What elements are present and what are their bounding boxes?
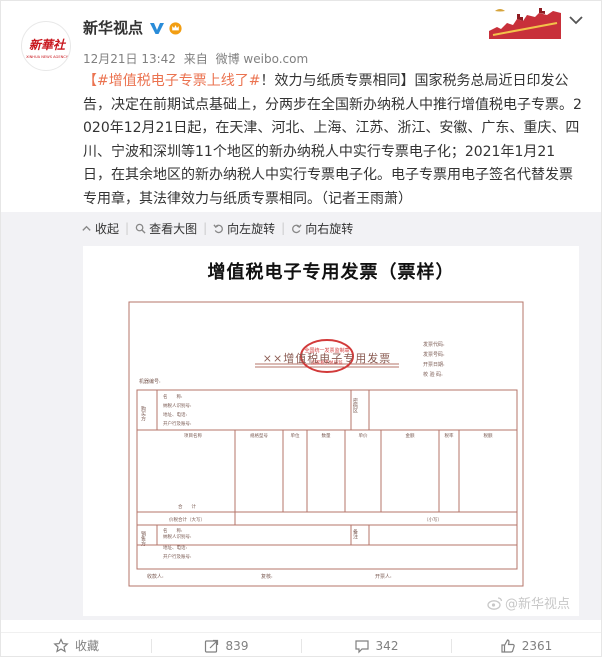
reviewer-label: 复核: — [261, 573, 273, 580]
like-button[interactable]: 2361 — [451, 633, 601, 657]
payee-label: 收款人: — [147, 573, 164, 580]
watermark-text: @新华视点 — [505, 597, 571, 612]
post-meta: 12月21日 13:42 来自 微博 weibo.com — [83, 50, 312, 67]
total-label: 合 计 — [178, 503, 196, 510]
post-action-bar: 收藏 839 342 2361 — [1, 632, 601, 657]
toolbar-divider: | — [125, 221, 130, 235]
seller-name-label: 名 称: — [163, 527, 183, 534]
check-code-label: 校 验 码: — [423, 371, 443, 378]
xinhua-logo-icon: 新華社 XINHUA NEWS AGENCY — [26, 38, 69, 59]
col-unit: 单位 — [291, 432, 300, 439]
comment-icon — [354, 639, 369, 653]
invoice-number-label: 发票号码: — [423, 351, 445, 358]
hashtag-link[interactable]: #增值税电子专票上线了# — [97, 73, 260, 89]
buyer-address-label: 地址、电话: — [163, 411, 187, 418]
password-area-label: 密码区 — [352, 397, 358, 413]
tax-total-small: （小写） — [424, 516, 442, 523]
media-box: 收起 | 查看大图 | 向左旋转 | 向右旋转 增值税电子专用发票（票样） 全国… — [1, 212, 601, 620]
buyer-bank-label: 开户行及账号: — [163, 420, 192, 427]
favorite-button[interactable]: 收藏 — [1, 633, 151, 657]
avatar[interactable]: 新華社 XINHUA NEWS AGENCY — [21, 21, 71, 71]
thumbs-up-icon — [501, 638, 515, 653]
col-rate: 税率 — [445, 432, 454, 439]
chevron-down-icon[interactable] — [569, 15, 583, 25]
forward-button[interactable]: 839 — [151, 633, 301, 657]
rotate-left-button[interactable]: 向左旋转 — [213, 220, 275, 237]
form-title: ××增值税电子专用发票 — [263, 351, 391, 365]
collapse-label: 收起 — [95, 221, 120, 236]
great-wall-banner-icon — [489, 8, 561, 39]
view-large-button[interactable]: 查看大图 — [135, 220, 197, 237]
view-large-label: 查看大图 — [149, 221, 198, 236]
weibo-logo-icon — [487, 596, 503, 610]
rotate-left-icon — [213, 223, 224, 233]
post-date[interactable]: 12月21日 13:42 — [83, 52, 176, 66]
invoice-code-label: 发票代码: — [423, 341, 445, 348]
col-amount: 金额 — [406, 432, 415, 439]
col-spec: 规格型号 — [250, 432, 268, 439]
invoice-date-label: 开票日期: — [423, 362, 445, 368]
weibo-post-card: 新華社 XINHUA NEWS AGENCY 新华视点 12月21日 13:42… — [0, 0, 602, 657]
seller-side-label: 销售方 — [140, 530, 146, 547]
invoice-outer-frame — [128, 301, 524, 587]
col-price: 单价 — [359, 432, 368, 439]
comment-button[interactable]: 342 — [301, 633, 451, 657]
favorite-label: 收藏 — [74, 639, 99, 653]
invoice-form: 全国统一发票监制章 国家税务总局监 ××增值税电子专用发票 发票代码: 发票号码… — [128, 301, 524, 587]
media-toolbar: 收起 | 查看大图 | 向左旋转 | 向右旋转 — [81, 218, 359, 238]
buyer-side-label: 购买方 — [140, 405, 146, 422]
toolbar-divider: | — [203, 221, 208, 235]
buyer-taxid-label: 纳税人识别号: — [163, 402, 192, 409]
headline-bracket: 【 — [83, 73, 97, 89]
svg-text:XINHUA NEWS AGENCY: XINHUA NEWS AGENCY — [26, 55, 69, 59]
rotate-right-icon — [292, 223, 302, 233]
drawer-label: 开票人: — [375, 574, 392, 580]
arrow-up-icon — [82, 225, 91, 231]
col-item-name: 项目名称 — [184, 432, 202, 439]
post-text: 【#增值税电子专票上线了#！效力与纸质专票相同】国家税务总局近日印发公告，决定在… — [83, 70, 583, 211]
rotate-right-button[interactable]: 向右旋转 — [291, 220, 353, 237]
from-label: 来自 — [183, 52, 208, 66]
watermark: @新华视点 — [487, 593, 570, 612]
forward-count: 839 — [225, 638, 249, 653]
col-tax: 税额 — [484, 432, 493, 439]
rotate-right-label: 向右旋转 — [305, 221, 354, 236]
remarks-label: 备注 — [352, 528, 358, 540]
headline-rest: ！效力与纸质专票相同】 — [260, 73, 415, 89]
invoice-image[interactable]: 增值税电子专用发票（票样） 全国统一发票监制章 国家税务总局监 ××增值税电子专… — [83, 246, 579, 616]
seller-address-label: 地址、电话: — [163, 544, 187, 551]
star-icon — [53, 637, 69, 653]
forward-icon — [204, 639, 218, 653]
verified-v-icon[interactable] — [149, 20, 165, 36]
collapse-button[interactable]: 收起 — [81, 220, 119, 237]
author-name[interactable]: 新华视点 — [83, 17, 143, 38]
buyer-name-label: 名 称: — [163, 393, 183, 400]
rotate-left-label: 向左旋转 — [227, 221, 276, 236]
machine-no-label: 机器编号: — [139, 378, 161, 385]
like-count: 2361 — [521, 638, 553, 653]
member-crown-icon[interactable] — [168, 20, 183, 35]
toolbar-divider: | — [281, 221, 286, 235]
tax-total-label: 价税合计（大写） — [169, 516, 205, 523]
source-link[interactable]: 微博 weibo.com — [216, 52, 309, 66]
seller-bank-label: 开户行及账号: — [163, 553, 192, 560]
post-body: 国家税务总局近日印发公告，决定在前期试点基础上，分两步在全国新办纳税人中推行增值… — [83, 73, 582, 207]
magnifier-icon — [135, 223, 146, 234]
author-row: 新华视点 — [83, 17, 183, 38]
col-qty: 数量 — [322, 432, 331, 439]
seller-taxid-label: 纳税人识别号: — [163, 533, 192, 540]
svg-text:新華社: 新華社 — [29, 38, 67, 52]
comment-count: 342 — [375, 638, 399, 653]
